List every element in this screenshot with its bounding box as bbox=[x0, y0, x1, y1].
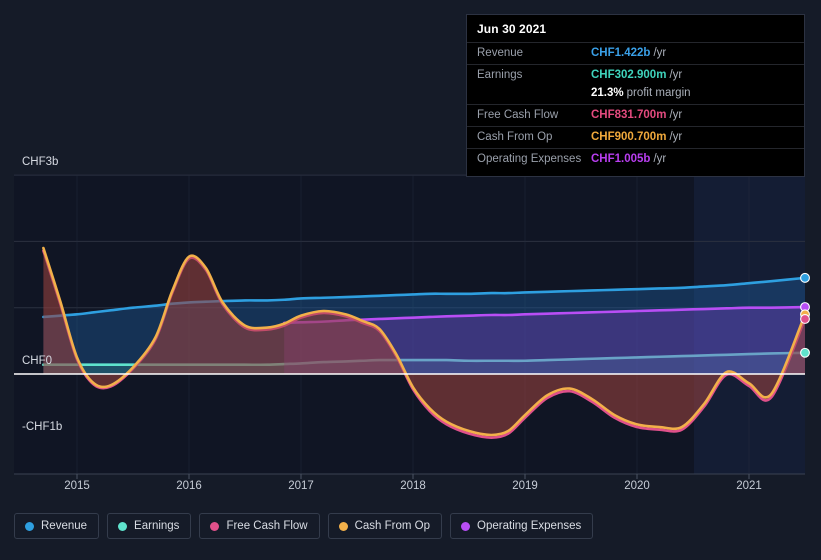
tooltip-row-value: CHF1.005b bbox=[591, 152, 650, 167]
tooltip-row-value: CHF900.700m bbox=[591, 130, 666, 145]
tooltip-row-unit: profit margin bbox=[627, 86, 691, 101]
legend-item-label: Cash From Op bbox=[355, 520, 430, 532]
tooltip-row-unit: /yr bbox=[669, 108, 682, 123]
tooltip-row-label: Operating Expenses bbox=[477, 152, 591, 167]
x-axis-tick-2016: 2016 bbox=[176, 480, 202, 492]
legend-item-label: Operating Expenses bbox=[477, 520, 581, 532]
y-axis-tick-1: CHF0 bbox=[22, 355, 52, 367]
tooltip-row-profit-margin: 21.3%profit margin bbox=[467, 86, 804, 104]
x-axis-tick-2020: 2020 bbox=[624, 480, 650, 492]
y-axis-tick-0: CHF3b bbox=[22, 156, 58, 168]
tooltip-date: Jun 30 2021 bbox=[467, 22, 804, 42]
x-axis-tick-2015: 2015 bbox=[64, 480, 90, 492]
endpoint-dot-revenue bbox=[801, 273, 810, 282]
tooltip-row-cash-from-op: Cash From OpCHF900.700m/yr bbox=[467, 126, 804, 148]
tooltip-row-unit: /yr bbox=[653, 152, 666, 167]
financial-chart: CHF3b CHF0 -CHF1b 2015 2016 2017 2018 2019 2020… bbox=[0, 0, 821, 560]
tooltip-row-value: CHF302.900m bbox=[591, 68, 666, 83]
legend-item-earnings[interactable]: Earnings bbox=[107, 513, 191, 539]
tooltip-row-free-cash-flow: Free Cash FlowCHF831.700m/yr bbox=[467, 104, 804, 126]
tooltip-row-revenue: RevenueCHF1.422b/yr bbox=[467, 42, 804, 64]
legend-item-label: Revenue bbox=[41, 520, 87, 532]
tooltip-row-operating-expenses: Operating ExpensesCHF1.005b/yr bbox=[467, 148, 804, 170]
x-axis-tick-2017: 2017 bbox=[288, 480, 314, 492]
tooltip-row-value: CHF831.700m bbox=[591, 108, 666, 123]
tooltip-row-label: Cash From Op bbox=[477, 130, 591, 145]
x-axis-tick-2019: 2019 bbox=[512, 480, 538, 492]
legend-dot-icon bbox=[461, 522, 470, 531]
legend-item-label: Earnings bbox=[134, 520, 179, 532]
tooltip-rows: RevenueCHF1.422b/yrEarningsCHF302.900m/y… bbox=[467, 42, 804, 170]
tooltip-row-value: 21.3% bbox=[591, 86, 624, 101]
legend-item-revenue[interactable]: Revenue bbox=[14, 513, 99, 539]
x-axis-tick-2018: 2018 bbox=[400, 480, 426, 492]
tooltip-row-unit: /yr bbox=[669, 68, 682, 83]
tooltip-row-unit: /yr bbox=[653, 46, 666, 61]
tooltip-row-label: Earnings bbox=[477, 68, 591, 83]
legend-item-free-cash-flow[interactable]: Free Cash Flow bbox=[199, 513, 319, 539]
legend-dot-icon bbox=[25, 522, 34, 531]
legend-dot-icon bbox=[118, 522, 127, 531]
tooltip-row-unit: /yr bbox=[669, 130, 682, 145]
endpoint-dot-earnings bbox=[801, 348, 810, 357]
tooltip-row-value: CHF1.422b bbox=[591, 46, 650, 61]
data-tooltip: Jun 30 2021 RevenueCHF1.422b/yrEarningsC… bbox=[466, 14, 805, 177]
y-axis-tick-2: -CHF1b bbox=[22, 421, 62, 433]
chart-legend[interactable]: Revenue Earnings Free Cash Flow Cash From O… bbox=[14, 513, 593, 539]
legend-item-cash-from-op[interactable]: Cash From Op bbox=[328, 513, 442, 539]
legend-item-label: Free Cash Flow bbox=[226, 520, 307, 532]
tooltip-row-earnings: EarningsCHF302.900m/yr bbox=[467, 64, 804, 86]
legend-dot-icon bbox=[210, 522, 219, 531]
x-axis-tick-2021: 2021 bbox=[736, 480, 762, 492]
legend-item-operating-expenses[interactable]: Operating Expenses bbox=[450, 513, 593, 539]
endpoint-dot-free-cash-flow bbox=[801, 315, 810, 324]
tooltip-row-label: Revenue bbox=[477, 46, 591, 61]
legend-dot-icon bbox=[339, 522, 348, 531]
tooltip-row-label: Free Cash Flow bbox=[477, 108, 591, 123]
